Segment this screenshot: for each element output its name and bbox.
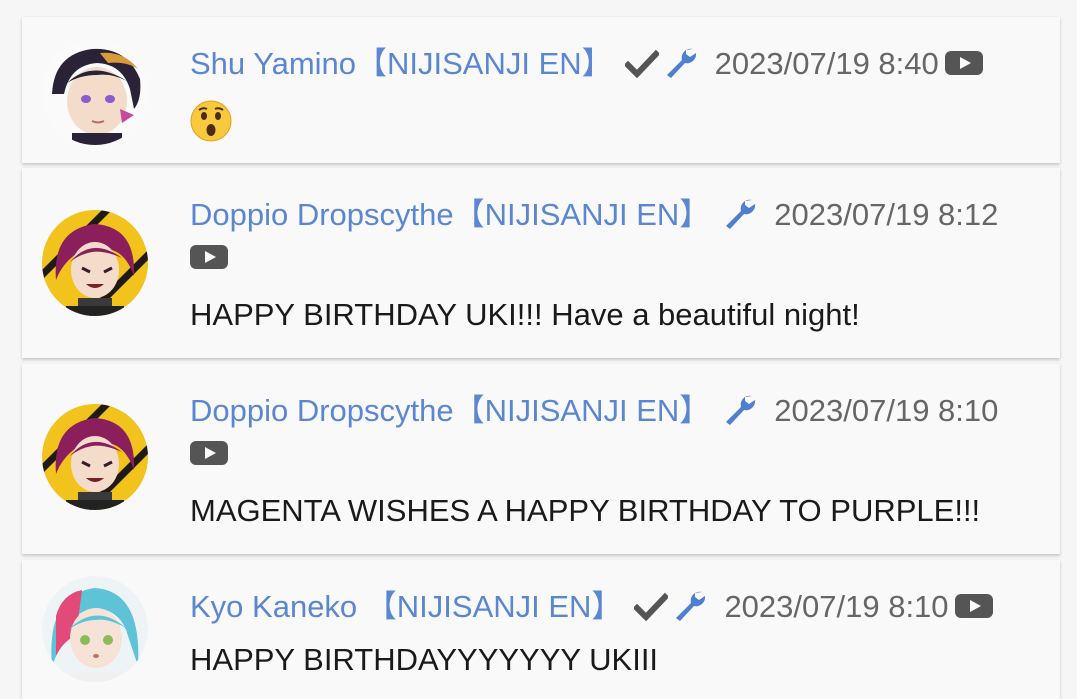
comment-header: Doppio Dropscythe【NIJISANJI EN】 2023/07/1… — [190, 392, 1040, 476]
timestamp: 2023/07/19 8:10 — [724, 589, 949, 624]
timestamp: 2023/07/19 8:40 — [714, 46, 939, 81]
comment-content: Shu Yamino【NIJISANJI EN】 2023/07/19 8:40 — [190, 45, 1040, 147]
avatar[interactable] — [42, 576, 148, 682]
check-icon — [623, 49, 660, 88]
message-text: HAPPY BIRTHDAYYYYYYY UKIII — [190, 642, 659, 677]
comment-content: Kyo Kaneko 【NIJISANJI EN】 2023/07/19 8:10… — [190, 588, 1040, 679]
author-name[interactable]: Doppio Dropscythe【NIJISANJI EN】 — [190, 393, 710, 428]
author-name[interactable]: Doppio Dropscythe【NIJISANJI EN】 — [190, 197, 710, 232]
timestamp: 2023/07/19 8:10 — [774, 393, 999, 428]
author-name[interactable]: Kyo Kaneko 【NIJISANJI EN】 — [190, 589, 622, 624]
youtube-icon[interactable] — [944, 48, 983, 86]
wrench-icon — [722, 392, 756, 435]
youtube-icon[interactable] — [190, 242, 228, 280]
author-name[interactable]: Shu Yamino【NIJISANJI EN】 — [190, 46, 613, 81]
wrench-icon — [722, 196, 756, 239]
avatar[interactable] — [42, 210, 148, 316]
wrench-icon — [663, 45, 697, 88]
check-icon — [633, 592, 670, 631]
comment-feed: Shu Yamino【NIJISANJI EN】 2023/07/19 8:40 — [0, 0, 1077, 699]
comment-card: Kyo Kaneko 【NIJISANJI EN】 2023/07/19 8:10… — [22, 560, 1060, 699]
comment-content: Doppio Dropscythe【NIJISANJI EN】 2023/07/1… — [190, 196, 1040, 334]
message-text: HAPPY BIRTHDAY UKI!!! Have a beautiful n… — [190, 297, 860, 332]
comment-content: Doppio Dropscythe【NIJISANJI EN】 2023/07/1… — [190, 392, 1040, 530]
timestamp: 2023/07/19 8:12 — [774, 197, 999, 232]
astonished-face-icon — [190, 100, 232, 142]
message-emoji — [190, 100, 1040, 147]
comment-card: Doppio Dropscythe【NIJISANJI EN】 2023/07/1… — [22, 364, 1060, 554]
comment-card: Doppio Dropscythe【NIJISANJI EN】 2023/07/1… — [22, 168, 1060, 358]
youtube-icon[interactable] — [954, 591, 993, 629]
comment-header: Kyo Kaneko 【NIJISANJI EN】 2023/07/19 8:10 — [190, 588, 1040, 631]
comment-card: Shu Yamino【NIJISANJI EN】 2023/07/19 8:40 — [22, 17, 1060, 163]
avatar[interactable] — [42, 39, 148, 145]
comment-header: Doppio Dropscythe【NIJISANJI EN】 2023/07/1… — [190, 196, 1040, 280]
wrench-icon — [672, 588, 706, 631]
message-text: MAGENTA WISHES A HAPPY BIRTHDAY TO PURPL… — [190, 493, 981, 528]
avatar[interactable] — [42, 404, 148, 510]
comment-header: Shu Yamino【NIJISANJI EN】 2023/07/19 8:40 — [190, 45, 1040, 88]
youtube-icon[interactable] — [190, 438, 228, 476]
